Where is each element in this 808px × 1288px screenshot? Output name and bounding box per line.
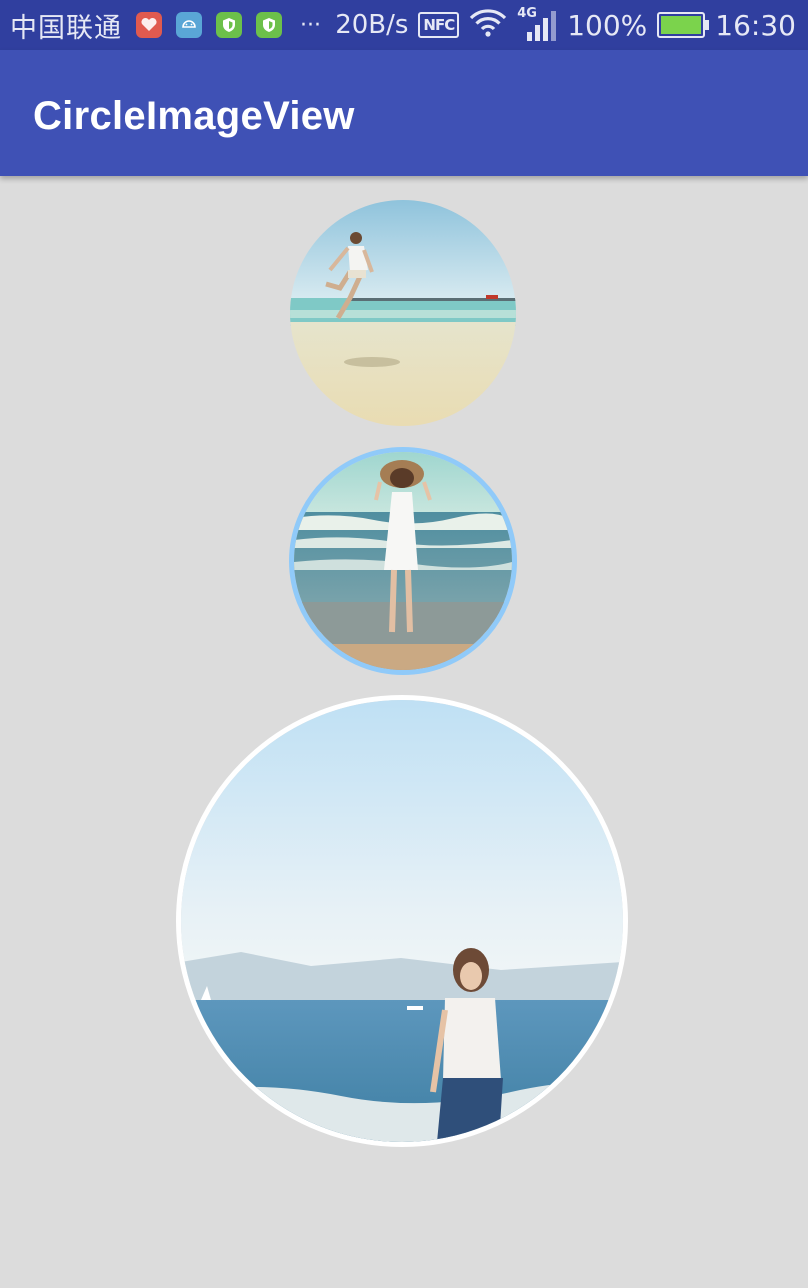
circle-image-woman-sea[interactable] <box>176 695 628 1147</box>
net-speed: 20B/s <box>335 10 409 40</box>
circle-image-jumping-man[interactable] <box>290 200 516 426</box>
battery-level <box>661 16 702 34</box>
clock: 16:30 <box>715 8 796 42</box>
battery-nub <box>705 20 710 30</box>
nfc-icon: NFC <box>418 12 460 38</box>
status-bar: 中国联通 ··· 20B/s NFC 4G 100% 16:30 <box>0 0 808 50</box>
wifi-icon <box>469 8 507 42</box>
shield-app-icon-2 <box>256 12 282 38</box>
health-app-icon <box>136 12 162 38</box>
battery-percent: 100% <box>567 8 648 42</box>
android-app-icon <box>176 12 202 38</box>
app-bar: CircleImageView <box>0 50 808 176</box>
more-notifications-indicator: ··· <box>300 12 321 38</box>
battery-icon <box>657 12 710 38</box>
carrier-label: 中国联通 <box>10 12 122 44</box>
app-bar-title: CircleImageView <box>33 94 355 138</box>
shield-app-icon <box>216 12 242 38</box>
status-bar-left: 中国联通 ··· <box>10 0 321 50</box>
signal-icon: 4G <box>517 6 557 42</box>
circle-image-woman-hat[interactable] <box>289 447 517 675</box>
status-bar-right: 20B/s NFC 4G 100% 16:30 <box>335 0 796 50</box>
